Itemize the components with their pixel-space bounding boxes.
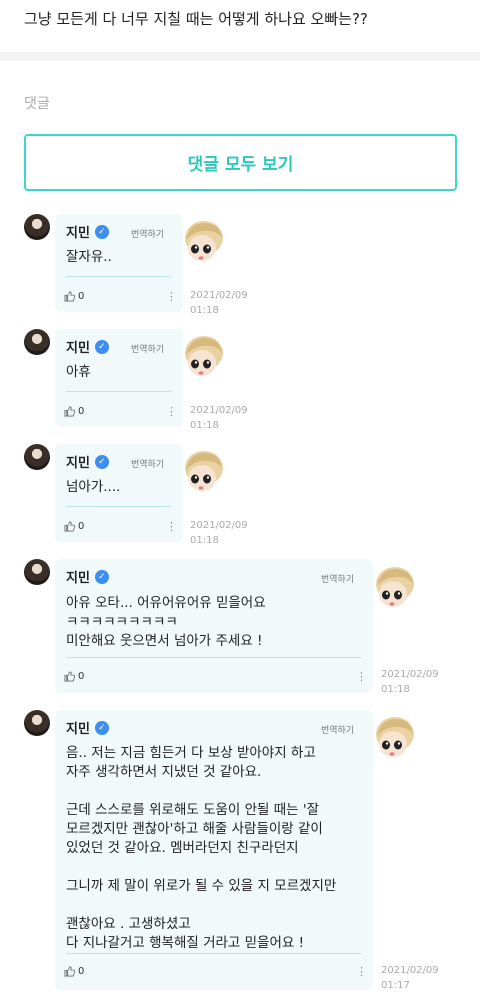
- comment-timestamp: 2021/02/09 01:18: [381, 669, 439, 695]
- more-vertical-icon[interactable]: ⋮: [166, 406, 177, 417]
- verified-icon: ✓: [94, 569, 109, 584]
- comment-bubble: 지민 ✓ 번역하기 넘아가.... 0 ⋮: [55, 444, 183, 542]
- divider: [66, 276, 171, 277]
- like-count: 0: [78, 521, 85, 532]
- comment-timestamp: 2021/02/09 01:18: [190, 290, 248, 316]
- translate-button[interactable]: 번역하기: [131, 342, 164, 355]
- divider: [66, 657, 361, 658]
- like-count: 0: [78, 291, 85, 302]
- like-count: 0: [78, 966, 85, 977]
- character-sticker-icon: [376, 717, 414, 757]
- comment-text: 아휴: [66, 364, 91, 380]
- author-name[interactable]: 지민: [66, 337, 90, 356]
- verified-icon: ✓: [94, 224, 109, 239]
- like-count: 0: [78, 406, 85, 417]
- author-name[interactable]: 지민: [66, 567, 90, 586]
- section-divider: [0, 52, 480, 61]
- comment-bubble: 지민 ✓ 번역하기 잘자유.. 0 ⋮: [55, 214, 183, 312]
- view-all-comments-button[interactable]: 댓글 모두 보기: [24, 134, 457, 191]
- verified-icon: ✓: [94, 339, 109, 354]
- sticker: [371, 564, 415, 610]
- comment-text: 넘아가....: [66, 479, 121, 495]
- translate-button[interactable]: 번역하기: [321, 572, 354, 585]
- more-vertical-icon[interactable]: ⋮: [356, 966, 367, 977]
- character-sticker-icon: [185, 221, 223, 261]
- thumbs-up-icon: [64, 966, 75, 977]
- comment-text: 음.. 저는 지금 힘든거 다 보상 받아야지 하고 자주 생각하면서 지냈던 …: [66, 745, 337, 951]
- author-name[interactable]: 지민: [66, 718, 90, 737]
- comment-timestamp: 2021/02/09 01:17: [381, 965, 439, 991]
- comment-text: 아유 오타... 어유어유어유 믿을어요 ㅋㅋㅋㅋㅋㅋㅋㅋㅋ 미안해요 웃으면서…: [66, 595, 266, 649]
- thumbs-up-icon: [64, 406, 75, 417]
- author-name[interactable]: 지민: [66, 452, 90, 471]
- sticker: [180, 218, 224, 264]
- more-vertical-icon[interactable]: ⋮: [166, 521, 177, 532]
- verified-icon: ✓: [94, 720, 109, 735]
- like-button[interactable]: 0: [64, 966, 84, 977]
- avatar[interactable]: [24, 329, 50, 355]
- more-vertical-icon[interactable]: ⋮: [166, 291, 177, 302]
- avatar[interactable]: [24, 559, 50, 585]
- sticker: [180, 448, 224, 494]
- translate-button[interactable]: 번역하기: [321, 723, 354, 736]
- avatar[interactable]: [24, 444, 50, 470]
- like-count: 0: [78, 671, 85, 682]
- character-sticker-icon: [185, 336, 223, 376]
- verified-icon: ✓: [94, 454, 109, 469]
- like-button[interactable]: 0: [64, 291, 84, 302]
- comments-label: 댓글: [24, 96, 50, 112]
- translate-button[interactable]: 번역하기: [131, 227, 164, 240]
- translate-button[interactable]: 번역하기: [131, 457, 164, 470]
- avatar[interactable]: [24, 214, 50, 240]
- comment-text: 잘자유..: [66, 249, 112, 265]
- like-button[interactable]: 0: [64, 671, 84, 682]
- divider: [66, 506, 171, 507]
- thumbs-up-icon: [64, 521, 75, 532]
- divider: [66, 953, 361, 954]
- sticker: [371, 714, 415, 760]
- thumbs-up-icon: [64, 671, 75, 682]
- thumbs-up-icon: [64, 291, 75, 302]
- character-sticker-icon: [376, 567, 414, 607]
- like-button[interactable]: 0: [64, 521, 84, 532]
- comment-timestamp: 2021/02/09 01:18: [190, 405, 248, 431]
- divider: [66, 391, 171, 392]
- sticker: [180, 333, 224, 379]
- avatar[interactable]: [24, 710, 50, 736]
- comment-bubble: 지민 ✓ 번역하기 음.. 저는 지금 힘든거 다 보상 받아야지 하고 자주 …: [55, 710, 373, 990]
- post-text: 그냥 모든게 다 너무 지칠 때는 어떻게 하나요 오빠는??: [24, 10, 368, 28]
- like-button[interactable]: 0: [64, 406, 84, 417]
- comment-timestamp: 2021/02/09 01:18: [190, 520, 248, 546]
- character-sticker-icon: [185, 451, 223, 491]
- author-name[interactable]: 지민: [66, 222, 90, 241]
- more-vertical-icon[interactable]: ⋮: [356, 671, 367, 682]
- comment-bubble: 지민 ✓ 번역하기 아휴 0 ⋮: [55, 329, 183, 427]
- comment-bubble: 지민 ✓ 번역하기 아유 오타... 어유어유어유 믿을어요 ㅋㅋㅋㅋㅋㅋㅋㅋㅋ…: [55, 559, 373, 693]
